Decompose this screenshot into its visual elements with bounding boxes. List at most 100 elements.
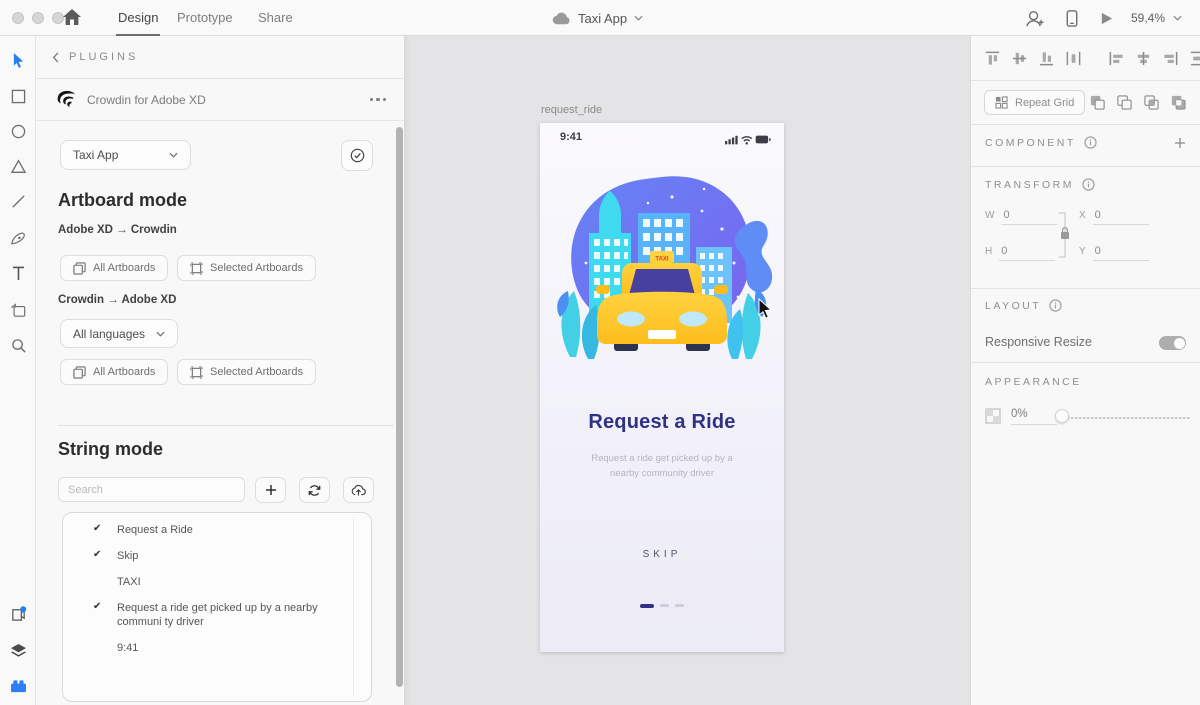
search-input[interactable] [58,477,245,502]
boolean-add-icon[interactable] [1088,94,1106,112]
boolean-subtract-icon[interactable] [1115,94,1133,112]
zoom-chevron-down-icon[interactable] [1173,15,1182,21]
x-input[interactable]: 0 [1092,209,1149,225]
back-chevron-icon[interactable] [52,51,59,63]
align-top-icon[interactable] [984,49,1001,67]
string-row[interactable]: ✔ Request a Ride [63,513,371,542]
info-icon[interactable] [1049,299,1062,312]
info-icon[interactable] [1084,136,1097,149]
all-artboards-button-down[interactable]: All Artboards [60,359,169,385]
skip-button-text[interactable]: SKIP [540,549,784,560]
selected-artboards-button-down[interactable]: Selected Artboards [177,359,316,385]
page-dot-active [640,604,654,608]
rectangle-tool-icon[interactable] [8,86,28,106]
window-minimize-button[interactable] [32,12,44,24]
boolean-intersect-icon[interactable] [1142,94,1160,112]
plugins-panel-header: PLUGINS [36,36,404,79]
artboard-name-label[interactable]: request_ride [541,104,602,116]
select-tool-icon[interactable] [8,50,28,70]
text-tool-icon[interactable] [8,263,28,283]
responsive-resize-toggle[interactable] [1159,336,1186,350]
statusbar-icons [725,132,771,150]
repeat-grid-button[interactable]: Repeat Grid [984,90,1086,115]
artboard-tool-icon[interactable] [8,300,28,320]
taxi-sign-text: TAXI [655,257,669,263]
languages-select[interactable]: All languages [60,319,178,348]
align-center-icon[interactable] [1135,49,1152,67]
line-tool-icon[interactable] [8,191,28,211]
battery-icon [755,135,771,144]
translated-check-icon: ✔ [93,523,102,534]
document-title-menu[interactable]: Taxi App [552,0,643,36]
lock-aspect-icon[interactable] [1055,211,1071,259]
string-row[interactable]: ✔ Skip [63,542,371,568]
share-user-icon[interactable] [1025,10,1044,27]
taxi-illustration[interactable]: TAXI [552,167,772,377]
plugin-menu-button[interactable] [369,97,386,102]
ride-subtitle-text[interactable]: Request a ride get picked up by a nearby… [577,451,747,481]
add-string-button[interactable] [255,477,286,503]
languages-select-value: All languages [73,326,146,341]
plugins-panel-icon[interactable] [8,604,28,624]
boolean-exclude-icon[interactable] [1169,94,1187,112]
plugin-title-row: Crowdin for Adobe XD [36,79,404,121]
opacity-value[interactable]: 0% [1011,408,1057,425]
add-component-icon[interactable] [1174,137,1186,149]
height-input[interactable]: 0 [999,245,1056,261]
translated-check-icon: ✔ [93,601,102,612]
opacity-slider-track[interactable] [1063,417,1190,419]
layers-panel-icon[interactable] [8,640,28,660]
align-bottom-icon[interactable] [1038,49,1055,67]
zoom-tool-icon[interactable] [8,335,28,355]
y-input[interactable]: 0 [1092,245,1149,261]
cloud-document-icon [552,12,571,25]
string-row[interactable]: 9:41 [63,634,371,660]
selected-artboards-button-up[interactable]: Selected Artboards [177,255,316,281]
play-preview-icon[interactable] [1100,12,1113,25]
design-canvas[interactable]: request_ride 9:41 TAXI Request a Ride Re… [406,36,970,705]
refresh-icon [308,484,321,496]
panel-scrollbar-thumb[interactable] [396,127,403,687]
assets-panel-icon[interactable] [8,676,28,696]
pen-tool-icon[interactable] [8,228,28,248]
upload-strings-button[interactable] [343,477,374,503]
y-label: Y [1079,246,1086,257]
tab-share[interactable]: Share [258,0,293,36]
width-input[interactable]: 0 [1001,209,1058,225]
window-close-button[interactable] [12,12,24,24]
width-label: W [985,210,995,221]
refresh-strings-button[interactable] [299,477,330,503]
ellipse-tool-icon[interactable] [8,121,28,141]
ride-title-text[interactable]: Request a Ride [540,411,784,434]
plugin-name: Crowdin for Adobe XD [87,92,206,107]
distribute-vertical-icon[interactable] [1189,49,1200,67]
string-row[interactable]: TAXI [63,568,371,594]
string-text: Request a ride get picked up by a nearby… [117,602,318,628]
polygon-tool-icon[interactable] [8,156,28,176]
string-row[interactable]: ✔ Request a ride get picked up by a near… [63,594,371,634]
tab-prototype[interactable]: Prototype [177,0,233,36]
zoom-level[interactable]: 59,4% [1131,11,1165,25]
all-artboards-button-up[interactable]: All Artboards [60,255,169,281]
distribute-horizontal-icon[interactable] [1065,49,1082,67]
adobe-xd-window: Design Prototype Share Taxi App 59,4% PL… [0,0,1200,705]
project-select[interactable]: Taxi App [60,140,191,170]
device-preview-icon[interactable] [1066,9,1078,27]
align-middle-icon[interactable] [1011,49,1028,67]
page-dot [675,604,684,608]
repeat-grid-icon [995,96,1008,109]
info-icon[interactable] [1082,178,1095,191]
project-select-value: Taxi App [73,148,119,162]
page-indicator[interactable] [540,604,784,608]
plugins-header-label: PLUGINS [69,51,139,63]
align-left-icon[interactable] [1108,49,1125,67]
artboard-request-ride[interactable]: 9:41 TAXI Request a Ride Request a ride … [540,123,784,652]
opacity-slider-knob[interactable] [1055,409,1069,423]
string-text: Skip [117,550,139,562]
sync-confirm-button[interactable] [341,140,373,171]
tab-design[interactable]: Design [115,0,161,36]
statusbar-time[interactable]: 9:41 [560,131,582,143]
home-icon[interactable] [62,8,84,28]
align-right-icon[interactable] [1162,49,1179,67]
wifi-icon [741,136,753,145]
